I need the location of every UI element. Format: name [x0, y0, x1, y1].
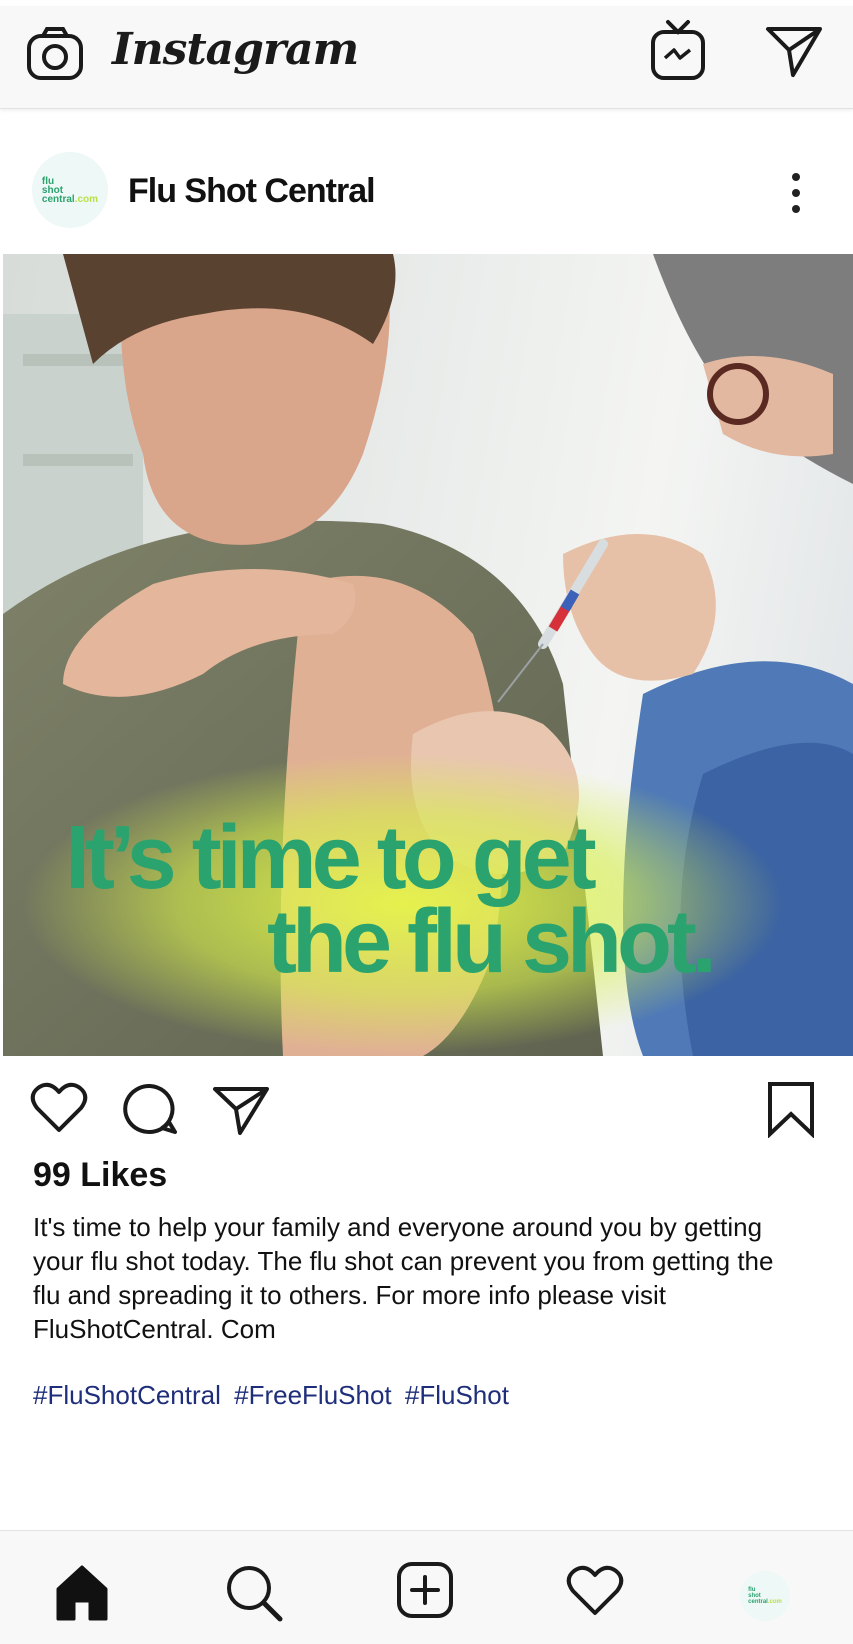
caption-line: It's time to help your family and everyo… — [33, 1212, 763, 1242]
caption-line: FluShotCentral. Com — [33, 1314, 276, 1344]
share-icon[interactable] — [212, 1084, 270, 1136]
post-headline: It’s time to get the flu shot. — [65, 808, 825, 992]
profile-avatar-logo: flu shot central.com — [748, 1587, 782, 1605]
app-title: Instagram — [112, 24, 359, 75]
top-bar: Instagram — [0, 6, 853, 109]
tv-icon[interactable] — [650, 18, 706, 82]
hashtag-link[interactable]: #FreeFluShot — [234, 1380, 392, 1410]
hashtags: #FluShotCentral #FreeFluShot #FluShot — [33, 1380, 515, 1411]
home-icon[interactable] — [54, 1563, 110, 1621]
send-icon[interactable] — [765, 24, 823, 78]
comment-icon[interactable] — [122, 1082, 178, 1136]
post-image[interactable]: It’s time to get the flu shot. — [3, 254, 853, 1056]
hashtag-link[interactable]: #FluShotCentral — [33, 1380, 221, 1410]
activity-icon[interactable] — [566, 1565, 624, 1617]
post-actions — [0, 1076, 853, 1146]
hashtag-link[interactable]: #FluShot — [405, 1380, 509, 1410]
camera-icon[interactable] — [26, 26, 84, 82]
avatar-logo: flu shot central.com — [41, 175, 99, 205]
like-icon[interactable] — [30, 1082, 88, 1134]
bookmark-icon[interactable] — [766, 1080, 816, 1138]
caption-line: flu and spreading it to others. For more… — [33, 1280, 666, 1310]
account-name[interactable]: Flu Shot Central — [128, 172, 376, 211]
profile-avatar[interactable]: flu shot central.com — [740, 1571, 790, 1621]
caption-line: your flu shot today. The flu shot can pr… — [33, 1246, 774, 1276]
headline-line-2: the flu shot. — [267, 892, 717, 992]
headline-line-1: It’s time to get — [65, 808, 597, 908]
add-post-icon[interactable] — [396, 1561, 454, 1619]
likes-count: 99 Likes — [33, 1156, 168, 1194]
bottom-nav: flu shot central.com — [0, 1530, 853, 1644]
more-options-icon[interactable] — [786, 170, 806, 214]
search-icon[interactable] — [224, 1563, 284, 1623]
post-header: flu shot central.com Flu Shot Central — [0, 140, 853, 240]
post-caption: It's time to help your family and everyo… — [33, 1210, 833, 1346]
account-avatar[interactable]: flu shot central.com — [32, 152, 108, 228]
